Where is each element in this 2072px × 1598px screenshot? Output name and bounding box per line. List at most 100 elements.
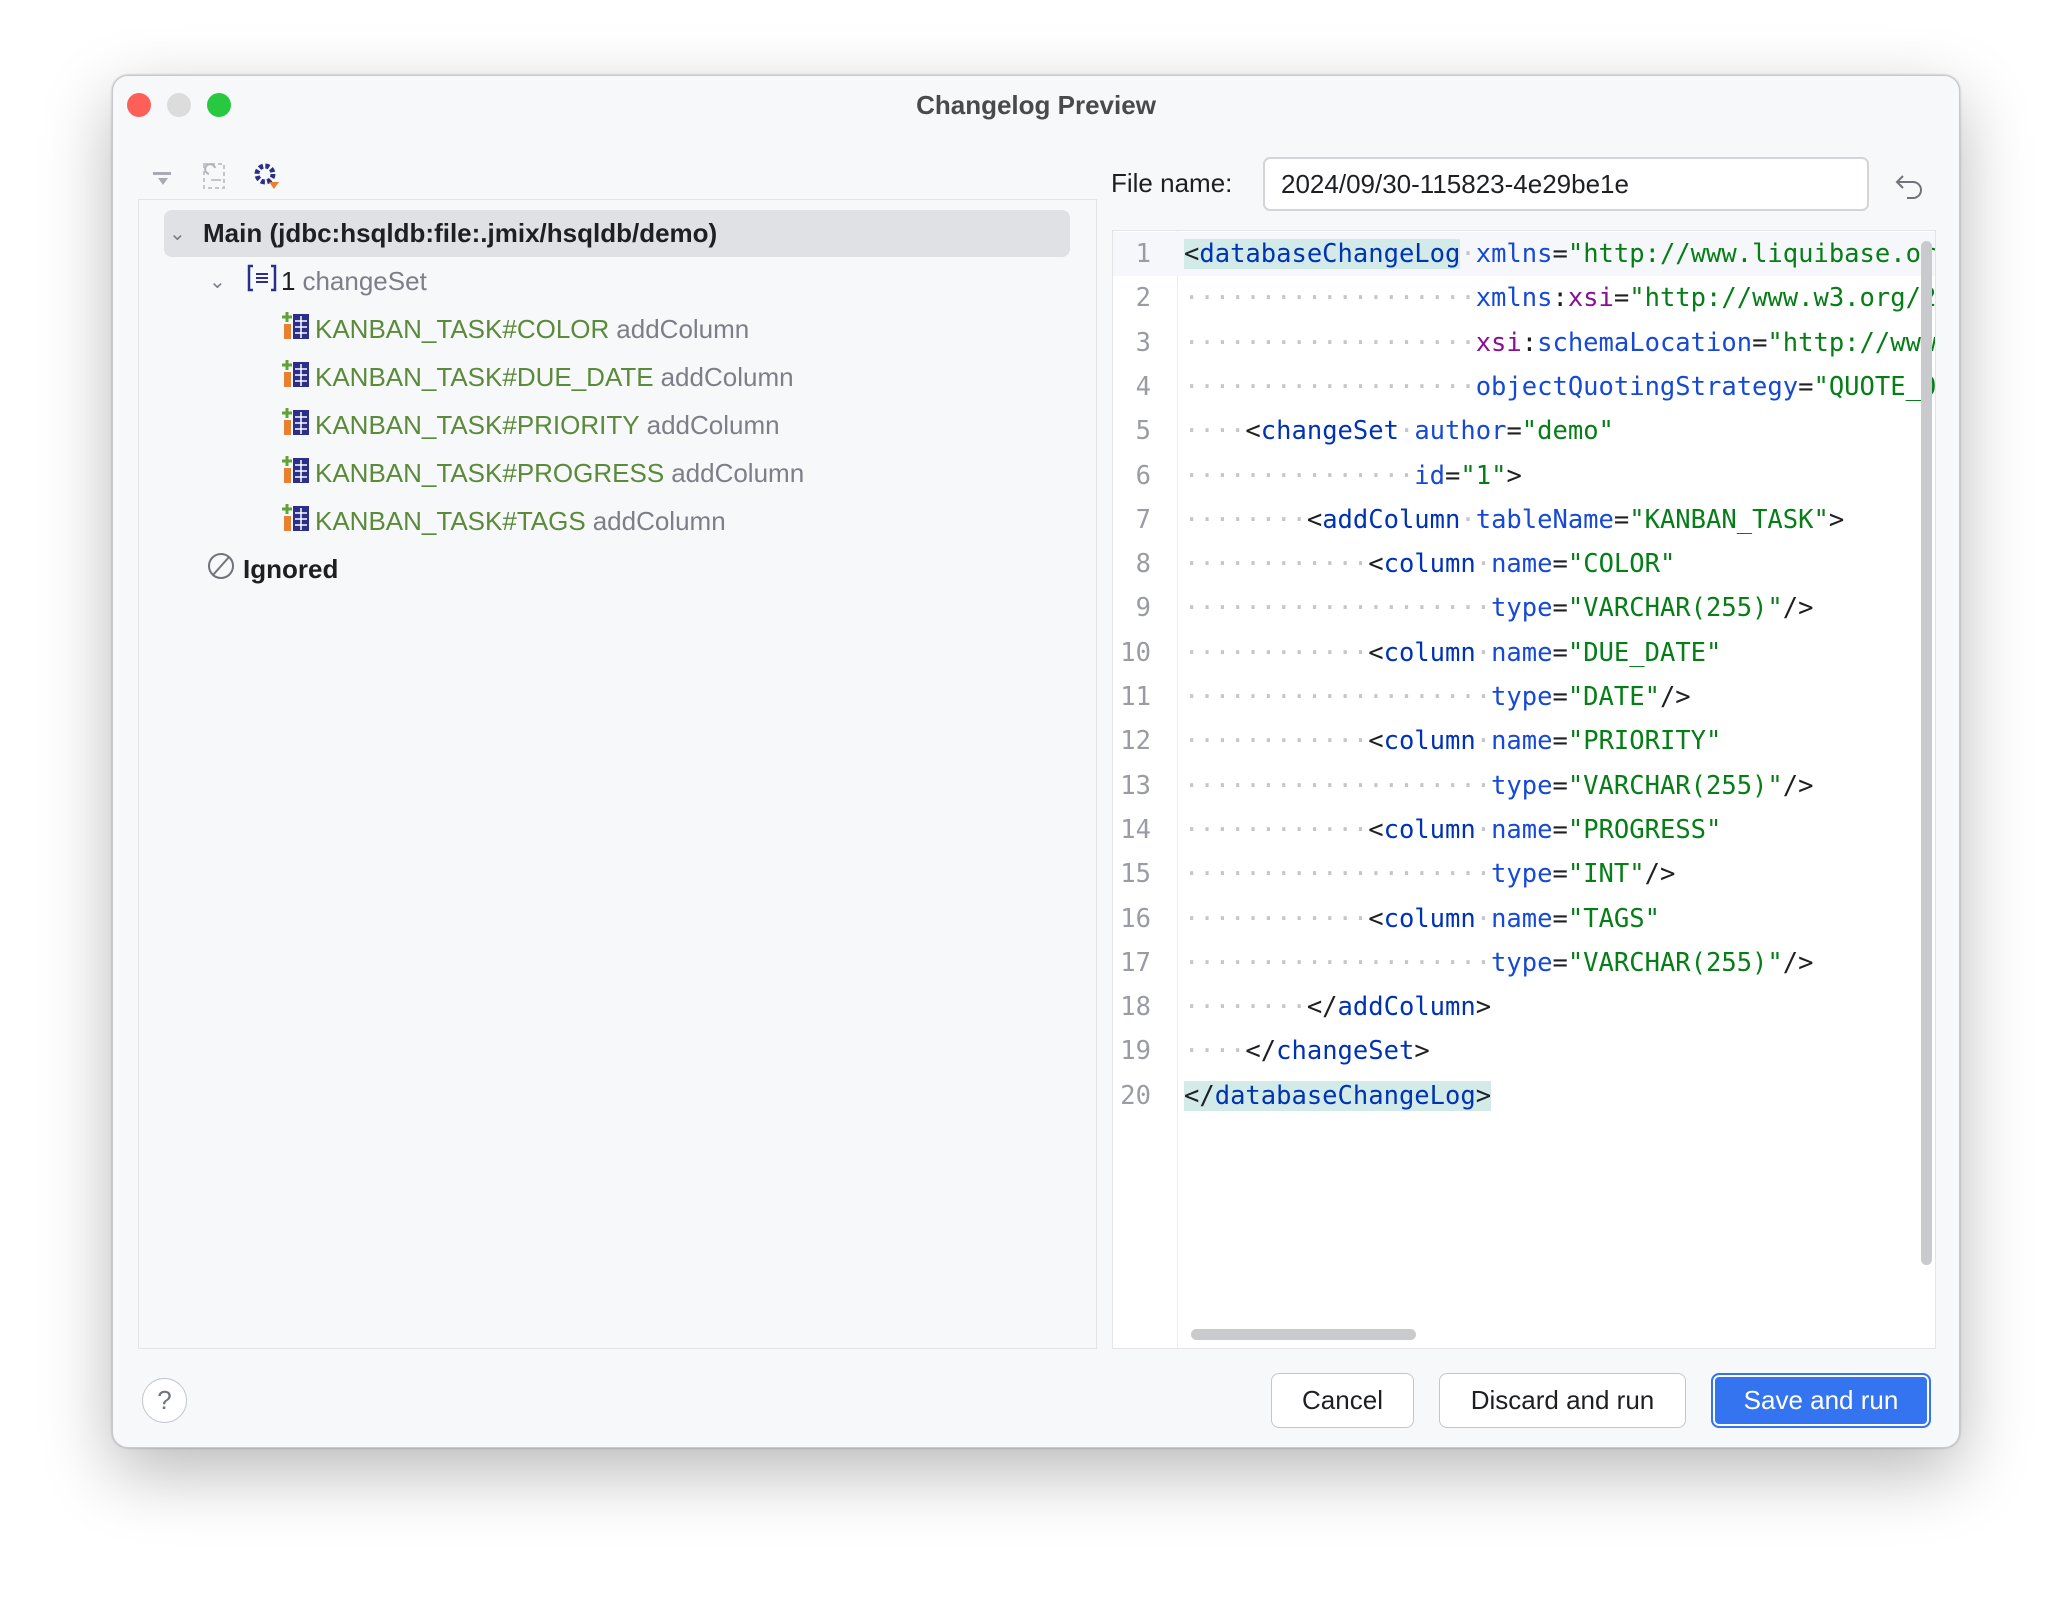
code-token: </	[1245, 1036, 1277, 1067]
code-token: >	[1475, 992, 1492, 1023]
code-token: name	[1491, 726, 1553, 757]
item-name: KANBAN_TASK#TAGS	[315, 505, 586, 536]
code-token: =	[1798, 371, 1814, 402]
code-token: name	[1491, 549, 1553, 580]
save-and-run-button[interactable]: Save and run	[1711, 1373, 1931, 1428]
code-text: ····················type="VARCHAR(255)"/…	[1184, 770, 1814, 801]
code-token: />	[1644, 859, 1676, 890]
tree-item-add-column[interactable]: KANBAN_TASK#TAGS addColumn	[281, 497, 726, 545]
code-token: type	[1491, 859, 1553, 890]
code-token: =	[1552, 903, 1568, 934]
code-line: 9 ····················type="VARCHAR(255)"…	[1113, 586, 1935, 630]
code-token: xmlns	[1475, 239, 1553, 269]
line-number: 15	[1120, 859, 1151, 890]
refresh-document-icon[interactable]	[199, 160, 231, 192]
code-token: =	[1506, 416, 1522, 447]
code-token: =	[1552, 637, 1568, 668]
discard-and-run-button[interactable]: Discard and run	[1439, 1373, 1686, 1428]
code-line: 16 ············<column·name="TAGS"	[1113, 897, 1935, 941]
tree-item-add-column[interactable]: KANBAN_TASK#COLOR addColumn	[281, 305, 749, 353]
code-token: xsi	[1567, 283, 1614, 314]
code-token: />	[1782, 947, 1814, 978]
code-token: "KANBAN_TASK"	[1629, 504, 1829, 535]
line-number: 2	[1135, 283, 1151, 314]
code-text: ····················type="VARCHAR(255)"/…	[1184, 593, 1814, 624]
code-line: 7 ········<addColumn·tableName="KANBAN_TA…	[1113, 498, 1935, 542]
code-token: ·	[1475, 814, 1492, 845]
code-token: =	[1552, 947, 1568, 978]
code-token: type	[1491, 947, 1553, 978]
code-token: />	[1782, 770, 1814, 801]
tree-root-main[interactable]: ⌄ Main (jdbc:hsqldb:file:.jmix/hsqldb/de…	[169, 209, 717, 257]
line-number: 5	[1135, 416, 1151, 447]
code-token: "VARCHAR(255)"	[1567, 770, 1783, 801]
code-token: type	[1491, 770, 1553, 801]
tree-ignored[interactable]: Ignored	[207, 545, 338, 593]
code-text: ····················type="INT"/>	[1184, 859, 1676, 890]
settings-gear-icon[interactable]	[251, 160, 283, 192]
item-name: KANBAN_TASK#PRIORITY	[315, 409, 640, 440]
line-number: 6	[1135, 460, 1151, 491]
code-text: ····················type="DATE"/>	[1184, 682, 1691, 712]
code-text: <databaseChangeLog·xmlns="http://www.liq…	[1184, 239, 1935, 269]
tree-item-add-column[interactable]: KANBAN_TASK#PRIORITY addColumn	[281, 401, 780, 449]
line-number: 19	[1120, 1036, 1151, 1067]
code-token: =	[1445, 460, 1461, 491]
line-number: 8	[1135, 549, 1151, 580]
code-token: <	[1306, 504, 1323, 535]
item-operation: addColumn	[660, 361, 794, 392]
code-token: type	[1491, 593, 1553, 624]
code-text: ············<column·name="PRIORITY"	[1184, 726, 1722, 757]
code-line: 4 ···················objectQuotingStrateg…	[1113, 365, 1935, 409]
code-token: name	[1491, 903, 1553, 934]
chevron-down-icon[interactable]: ⌄	[209, 269, 247, 294]
collapse-filter-icon[interactable]	[149, 160, 181, 192]
chevron-down-icon[interactable]: ⌄	[169, 221, 199, 246]
xml-code-editor[interactable]: 1 <databaseChangeLog·xmlns="http://www.li…	[1112, 230, 1936, 1349]
code-line: 5 ····<changeSet·author="demo"	[1113, 409, 1935, 453]
item-operation: addColumn	[646, 409, 780, 440]
vertical-scrollbar[interactable]	[1921, 241, 1932, 1265]
code-token: =	[1552, 814, 1568, 845]
code-token: databaseChangeLog	[1214, 1080, 1476, 1111]
code-token: >	[1475, 1080, 1492, 1111]
code-text: ····</changeSet>	[1184, 1036, 1430, 1067]
code-line: 10 ············<column·name="DUE_DATE"	[1113, 631, 1935, 675]
add-column-icon	[281, 503, 315, 540]
code-token: addColumn	[1337, 992, 1476, 1023]
code-token: column	[1383, 549, 1476, 580]
code-line: 1 <databaseChangeLog·xmlns="http://www.li…	[1113, 232, 1935, 276]
cancel-button[interactable]: Cancel	[1271, 1373, 1414, 1428]
line-number: 3	[1135, 327, 1151, 358]
tree-item-add-column[interactable]: KANBAN_TASK#DUE_DATE addColumn	[281, 353, 794, 401]
code-token: =	[1552, 239, 1568, 269]
revert-icon[interactable]	[1893, 168, 1927, 207]
horizontal-scrollbar[interactable]	[1191, 1329, 1416, 1340]
code-token: "1"	[1460, 460, 1507, 491]
code-token: =	[1613, 283, 1630, 314]
code-token: id	[1414, 460, 1446, 491]
code-token: "COLOR"	[1567, 549, 1676, 580]
code-line: 8 ············<column·name="COLOR"	[1113, 542, 1935, 586]
help-button[interactable]: ?	[142, 1378, 187, 1423]
code-token: "http://www.w3.org/2001/XMLSchema-instan…	[1629, 283, 1936, 314]
changelog-preview-dialog: Changelog Preview ⌄ Main (jdbc:hsqldb:fi…	[112, 75, 1960, 1448]
code-token: "VARCHAR(255)"	[1567, 593, 1783, 624]
tree-item-add-column[interactable]: KANBAN_TASK#PROGRESS addColumn	[281, 449, 804, 497]
code-token: column	[1383, 903, 1476, 934]
code-token: =	[1552, 682, 1568, 712]
code-token: ·	[1475, 637, 1492, 668]
line-number: 7	[1135, 504, 1151, 535]
code-token: type	[1491, 682, 1553, 712]
code-line: 14 ············<column·name="PROGRESS"	[1113, 808, 1935, 852]
code-token: name	[1491, 637, 1553, 668]
code-token: <	[1245, 416, 1261, 447]
tree-changeset[interactable]: ⌄ 1 changeSet	[209, 257, 427, 305]
file-name-input[interactable]: 2024/09/30-115823-4e29be1e	[1263, 157, 1869, 211]
code-token: xmlns	[1475, 283, 1553, 314]
line-number: 11	[1120, 682, 1151, 712]
code-line: 15 ····················type="INT"/>	[1113, 852, 1935, 896]
code-token: =	[1552, 549, 1568, 580]
code-token: ·	[1460, 239, 1476, 269]
file-name-label: File name:	[1111, 168, 1233, 198]
